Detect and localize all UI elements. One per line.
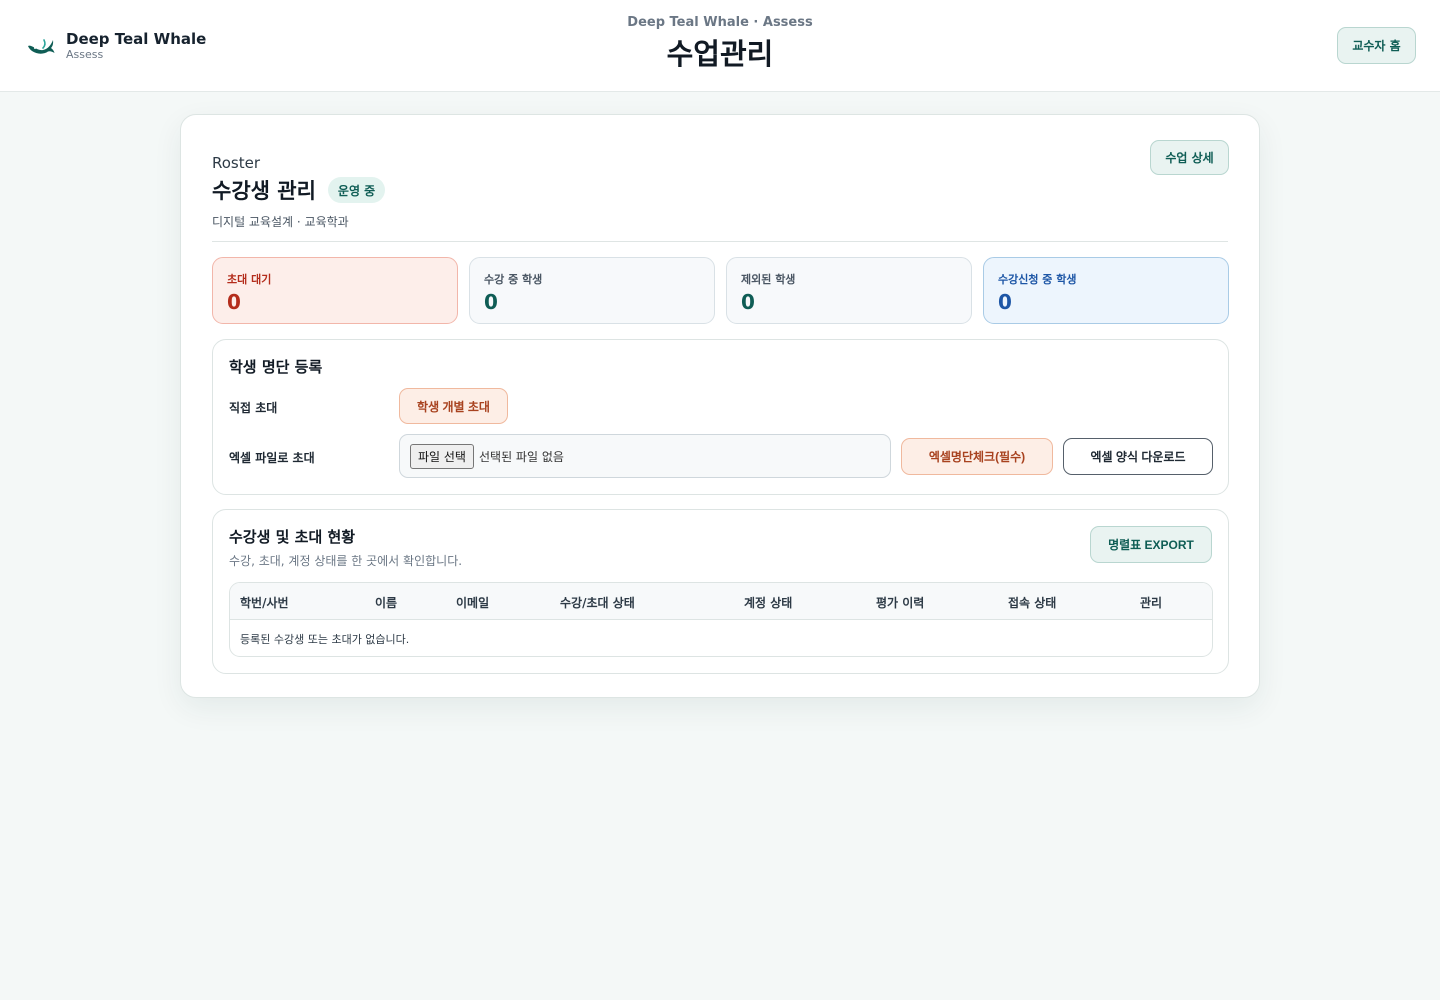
direct-invite-label: 직접 초대 bbox=[229, 401, 278, 415]
course-detail-button[interactable]: 수업 상세 bbox=[1150, 140, 1229, 175]
excel-template-download-button[interactable]: 엑셀 양식 다운로드 bbox=[1063, 438, 1213, 475]
stat-pending-invites: 초대 대기 0 bbox=[212, 257, 458, 324]
stat-value: 0 bbox=[227, 290, 241, 314]
page-title: 수업관리 bbox=[666, 37, 774, 71]
invite-student-button[interactable]: 학생 개별 초대 bbox=[399, 388, 508, 424]
top-bar: Deep Teal Whale Assess Deep Teal Whale ·… bbox=[0, 0, 1440, 92]
whale-logo-icon bbox=[28, 38, 55, 54]
section-title: 수강생 및 초대 현황 bbox=[229, 528, 356, 546]
excel-invite-label: 엑셀 파일로 초대 bbox=[229, 451, 315, 465]
stat-label: 수강 중 학생 bbox=[484, 273, 543, 286]
column-account-status[interactable]: 계정 상태 bbox=[744, 594, 792, 611]
roster-header: Roster 수강생 관리 운영 중 디지털 교육설계 · 교육학과 bbox=[212, 153, 1228, 230]
column-assessment-history[interactable]: 평가 이력 bbox=[876, 594, 924, 611]
status-badge: 운영 중 bbox=[327, 177, 386, 203]
brand[interactable]: Deep Teal Whale Assess bbox=[26, 30, 206, 61]
roster-export-button[interactable]: 명렬표 EXPORT bbox=[1090, 526, 1212, 563]
table-header: 학번/사번 이름 이메일 수강/초대 상태 계정 상태 평가 이력 접속 상태 … bbox=[230, 583, 1212, 620]
excel-file-input[interactable]: 파일 선택 선택된 파일 없음 bbox=[399, 434, 891, 478]
instructor-home-button[interactable]: 교수자 홈 bbox=[1337, 27, 1416, 64]
roster-title-row: 수강생 관리 운영 중 bbox=[212, 175, 1228, 205]
stat-value: 0 bbox=[484, 290, 498, 314]
excel-check-button[interactable]: 엑셀명단체크(필수) bbox=[901, 438, 1053, 475]
stat-applying-students: 수강신청 중 학생 0 bbox=[983, 257, 1229, 324]
brand-name: Deep Teal Whale bbox=[66, 30, 207, 48]
stat-excluded-students: 제외된 학생 0 bbox=[726, 257, 972, 324]
column-email[interactable]: 이메일 bbox=[456, 594, 489, 611]
divider bbox=[212, 241, 1228, 242]
enrollment-table: 학번/사번 이름 이메일 수강/초대 상태 계정 상태 평가 이력 접속 상태 … bbox=[229, 582, 1213, 657]
roster-title: 수강생 관리 bbox=[212, 179, 316, 203]
section-title: 학생 명단 등록 bbox=[229, 358, 323, 376]
stat-enrolled-students: 수강 중 학생 0 bbox=[469, 257, 715, 324]
empty-state-text: 등록된 수강생 또는 초대가 없습니다. bbox=[240, 633, 410, 646]
stat-value: 0 bbox=[741, 290, 755, 314]
section-description: 수강, 초대, 계정 상태를 한 곳에서 확인합니다. bbox=[229, 554, 463, 568]
roster-card: Roster 수강생 관리 운영 중 디지털 교육설계 · 교육학과 수업 상세… bbox=[180, 114, 1260, 698]
enrollment-status-section: 수강생 및 초대 현황 수강, 초대, 계정 상태를 한 곳에서 확인합니다. … bbox=[212, 509, 1229, 674]
column-connection-status[interactable]: 접속 상태 bbox=[1008, 594, 1056, 611]
brand-subtitle: Assess bbox=[66, 48, 104, 61]
file-status-text: 선택된 파일 없음 bbox=[478, 449, 564, 464]
column-student-id[interactable]: 학번/사번 bbox=[240, 594, 289, 611]
column-manage[interactable]: 관리 bbox=[1140, 594, 1162, 611]
stat-label: 초대 대기 bbox=[227, 273, 272, 286]
roster-eyebrow: Roster bbox=[212, 154, 261, 172]
stat-label: 제외된 학생 bbox=[741, 273, 796, 286]
course-subtitle: 디지털 교육설계 · 교육학과 bbox=[212, 215, 349, 229]
roster-register-section: 학생 명단 등록 직접 초대 학생 개별 초대 엑셀 파일로 초대 파일 선택 … bbox=[212, 339, 1229, 495]
column-enroll-status[interactable]: 수강/초대 상태 bbox=[560, 594, 635, 611]
stats-row: 초대 대기 0 수강 중 학생 0 제외된 학생 0 수강신청 중 학생 0 bbox=[212, 257, 1229, 324]
file-choose-button[interactable]: 파일 선택 bbox=[410, 443, 474, 469]
header-center: Deep Teal Whale · Assess 수업관리 bbox=[420, 14, 1020, 72]
header-eyebrow: Deep Teal Whale · Assess bbox=[627, 15, 813, 30]
column-name[interactable]: 이름 bbox=[375, 594, 397, 611]
stat-value: 0 bbox=[998, 290, 1012, 314]
stat-label: 수강신청 중 학생 bbox=[998, 273, 1077, 286]
